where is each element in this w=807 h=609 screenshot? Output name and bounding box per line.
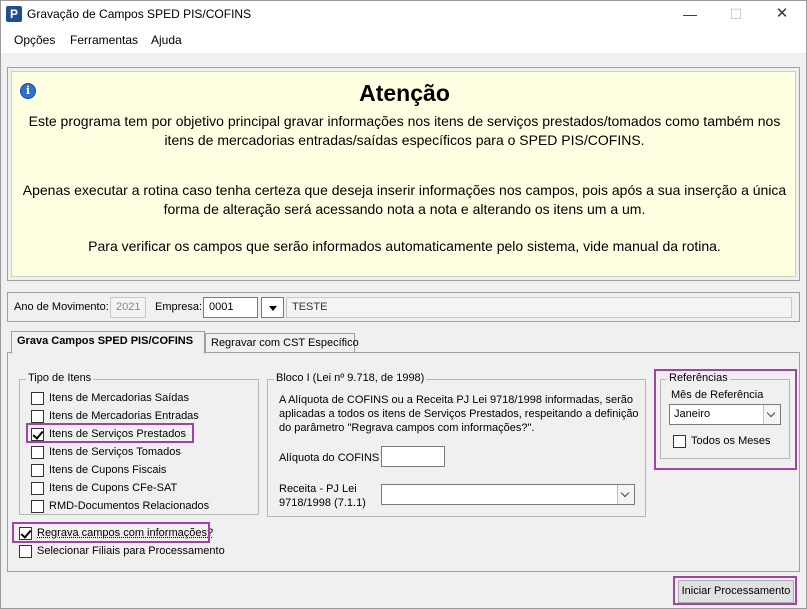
receita-select[interactable] — [381, 484, 635, 505]
notice-box: i Atenção Este programa tem por objetivo… — [11, 71, 796, 277]
tipo-itens-label: Tipo de Itens — [26, 372, 94, 384]
filter-bar: Ano de Movimento: 2021 Empresa: 0001 TES… — [7, 292, 800, 322]
app-icon: P — [6, 6, 22, 22]
empresa-name-field: TESTE — [286, 297, 792, 318]
receita-label-line1: Receita - PJ Lei — [279, 483, 357, 495]
cb-label: Itens de Mercadorias Saídas — [49, 392, 190, 404]
ano-label: Ano de Movimento: — [14, 301, 109, 313]
cb-label: Selecionar Filiais para Processamento — [37, 545, 225, 557]
tab-regravar-cst[interactable]: Regravar com CST Específico — [205, 333, 359, 353]
checkbox[interactable] — [31, 446, 44, 459]
maximize-button[interactable]: ☐ — [713, 1, 759, 27]
menu-ferramentas[interactable]: Ferramentas — [70, 33, 138, 47]
aliquota-label: Alíquota do COFINS — [279, 452, 380, 464]
notice-paragraph-3: Para verificar os campos que serão infor… — [88, 238, 721, 254]
highlight-iniciar — [673, 576, 797, 605]
chevron-down-icon[interactable] — [617, 485, 634, 504]
bloco-i-description: A Alíquota de COFINS ou a Receita PJ Lei… — [279, 394, 639, 434]
empresa-dropdown-button[interactable] — [261, 297, 284, 318]
empresa-label: Empresa: — [155, 301, 203, 313]
menu-opcoes[interactable]: Opções — [14, 33, 55, 47]
ano-field[interactable]: 2021 — [110, 297, 146, 318]
cb-label: Itens de Cupons Fiscais — [49, 464, 167, 476]
main-window: P Gravação de Campos SPED PIS/COFINS — ☐… — [0, 0, 807, 609]
checkbox[interactable] — [31, 410, 44, 423]
minimize-button[interactable]: — — [667, 1, 713, 27]
chevron-down-icon — [269, 306, 277, 311]
bloco-i-group: Bloco I (Lei nº 9.718, de 1998) A Alíquo… — [267, 372, 646, 517]
tipo-itens-group: Tipo de Itens Itens de Mercadorias Saída… — [19, 372, 259, 515]
notice-title: Atenção — [359, 80, 450, 106]
tab-grava-campos[interactable]: Grava Campos SPED PIS/COFINS — [11, 331, 205, 354]
cb-label: Itens de Mercadorias Entradas — [49, 410, 199, 422]
menu-bar: Opções Ferramentas Ajuda — [1, 27, 806, 53]
bloco-i-label: Bloco I (Lei nº 9.718, de 1998) — [274, 372, 427, 384]
notice-paragraph-1: Este programa tem por objetivo principal… — [28, 113, 781, 148]
highlight-regrava — [12, 522, 210, 543]
tab-panel: Tipo de Itens Itens de Mercadorias Saída… — [7, 352, 800, 572]
aliquota-input[interactable] — [381, 446, 445, 467]
empresa-code-field[interactable]: 0001 — [203, 297, 258, 318]
cb-label: Itens de Serviços Tomados — [49, 446, 181, 458]
title-bar: P Gravação de Campos SPED PIS/COFINS — ☐… — [1, 1, 806, 27]
cb-label: RMD-Documentos Relacionados — [49, 500, 210, 512]
close-button[interactable]: ✕ — [759, 1, 805, 27]
highlight-referencias — [654, 369, 797, 470]
checkbox[interactable] — [31, 392, 44, 405]
notice-panel: i Atenção Este programa tem por objetivo… — [7, 67, 800, 281]
checkbox[interactable] — [31, 464, 44, 477]
checkbox[interactable] — [19, 545, 32, 558]
receita-label-line2: 9718/1998 (7.1.1) — [279, 497, 366, 509]
highlight-servicos-prestados — [26, 423, 194, 443]
cb-label: Itens de Cupons CFe-SAT — [49, 482, 178, 494]
menu-ajuda[interactable]: Ajuda — [151, 33, 182, 47]
checkbox[interactable] — [31, 482, 44, 495]
window-title: Gravação de Campos SPED PIS/COFINS — [27, 7, 252, 21]
checkbox[interactable] — [31, 500, 44, 513]
notice-paragraph-2: Apenas executar a rotina caso tenha cert… — [22, 182, 787, 217]
